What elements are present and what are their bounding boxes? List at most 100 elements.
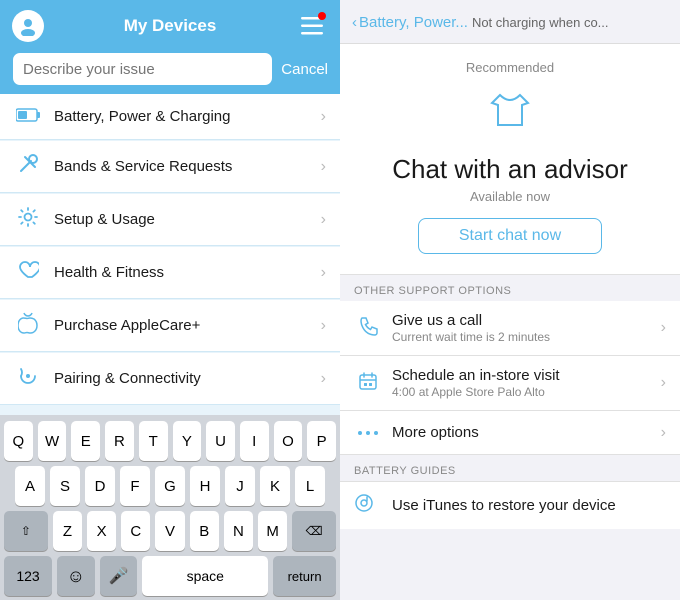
- chevron-icon: ›: [661, 319, 666, 337]
- key-t[interactable]: T: [139, 421, 168, 461]
- search-bar: Cancel: [0, 48, 340, 94]
- advisor-icon: [484, 87, 536, 144]
- key-p[interactable]: P: [307, 421, 336, 461]
- key-emoji[interactable]: ☺: [57, 556, 95, 596]
- menu-item-setup[interactable]: Setup & Usage ›: [0, 194, 340, 246]
- phone-icon: [354, 316, 382, 341]
- call-title: Give us a call: [392, 312, 661, 329]
- left-panel: My Devices Cancel Battery, Power: [0, 0, 340, 600]
- recommended-label: Recommended: [466, 60, 554, 75]
- key-z[interactable]: Z: [53, 511, 82, 551]
- chevron-icon: ›: [321, 317, 326, 335]
- key-u[interactable]: U: [206, 421, 235, 461]
- key-x[interactable]: X: [87, 511, 116, 551]
- key-j[interactable]: J: [225, 466, 255, 506]
- key-d[interactable]: D: [85, 466, 115, 506]
- chevron-icon: ›: [321, 370, 326, 388]
- back-chevron-icon: ‹: [352, 14, 357, 31]
- menu-item-setup-label: Setup & Usage: [54, 211, 321, 228]
- menu-item-health-label: Health & Fitness: [54, 264, 321, 281]
- heart-icon: [14, 259, 42, 286]
- key-n[interactable]: N: [224, 511, 253, 551]
- key-w[interactable]: W: [38, 421, 67, 461]
- key-shift[interactable]: ⇧: [4, 511, 48, 551]
- menu-item-health[interactable]: Health & Fitness ›: [0, 247, 340, 299]
- key-k[interactable]: K: [260, 466, 290, 506]
- itunes-icon: [354, 493, 382, 518]
- key-l[interactable]: L: [295, 466, 325, 506]
- menu-item-applecare-label: Purchase AppleCare+: [54, 317, 321, 334]
- support-item-store[interactable]: Schedule an in-store visit 4:00 at Apple…: [340, 356, 680, 411]
- available-label: Available now: [470, 189, 550, 204]
- key-a[interactable]: A: [15, 466, 45, 506]
- key-f[interactable]: F: [120, 466, 150, 506]
- chevron-icon: ›: [321, 211, 326, 229]
- menu-item-bands[interactable]: Bands & Service Requests ›: [0, 141, 340, 193]
- more-dots-icon: [354, 422, 382, 443]
- other-options-header: OTHER SUPPORT OPTIONS: [340, 275, 680, 301]
- store-text: Schedule an in-store visit 4:00 at Apple…: [392, 367, 661, 399]
- itunes-label: Use iTunes to restore your device: [392, 497, 616, 514]
- support-item-call[interactable]: Give us a call Current wait time is 2 mi…: [340, 301, 680, 356]
- key-return[interactable]: return: [273, 556, 336, 596]
- menu-item-applecare[interactable]: Purchase AppleCare+ ›: [0, 300, 340, 352]
- key-s[interactable]: S: [50, 466, 80, 506]
- menu-icon[interactable]: [296, 10, 328, 42]
- key-e[interactable]: E: [71, 421, 100, 461]
- menu-item-battery-label: Battery, Power & Charging: [54, 108, 321, 125]
- key-v[interactable]: V: [155, 511, 184, 551]
- right-header: ‹ Battery, Power... Not charging when co…: [340, 0, 680, 44]
- notification-badge: [318, 12, 326, 20]
- key-g[interactable]: G: [155, 466, 185, 506]
- key-space[interactable]: space: [142, 556, 268, 596]
- keyboard-row-3: ⇧ Z X C V B N M ⌫: [4, 511, 336, 551]
- wrench-icon: [14, 153, 42, 180]
- left-header-title: My Devices: [44, 16, 296, 36]
- back-label: Battery, Power...: [359, 14, 468, 31]
- key-m[interactable]: M: [258, 511, 287, 551]
- start-chat-button[interactable]: Start chat now: [418, 218, 602, 254]
- support-item-more[interactable]: More options ›: [340, 411, 680, 455]
- menu-list: Battery, Power & Charging › Bands & Serv…: [0, 94, 340, 415]
- call-text: Give us a call Current wait time is 2 mi…: [392, 312, 661, 344]
- right-panel: ‹ Battery, Power... Not charging when co…: [340, 0, 680, 600]
- keyboard-row-2: A S D F G H J K L: [4, 466, 336, 506]
- key-r[interactable]: R: [105, 421, 134, 461]
- right-header-title: Not charging when co...: [472, 15, 668, 30]
- key-q[interactable]: Q: [4, 421, 33, 461]
- key-mic[interactable]: 🎤: [100, 556, 138, 596]
- chevron-icon: ›: [321, 264, 326, 282]
- menu-item-bands-label: Bands & Service Requests: [54, 158, 321, 175]
- keyboard-row-bottom: 123 ☺ 🎤 space return: [4, 556, 336, 596]
- key-b[interactable]: B: [190, 511, 219, 551]
- chevron-icon: ›: [661, 424, 666, 442]
- avatar-icon[interactable]: [12, 10, 44, 42]
- store-subtitle: 4:00 at Apple Store Palo Alto: [392, 385, 661, 399]
- search-input[interactable]: [12, 52, 273, 86]
- connectivity-icon: [14, 365, 42, 392]
- chevron-icon: ›: [661, 374, 666, 392]
- menu-item-pairing-label: Pairing & Connectivity: [54, 370, 321, 387]
- apple-icon: [14, 312, 42, 339]
- keyboard: Q W E R T Y U I O P A S D F G H J K L ⇧ …: [0, 415, 340, 600]
- menu-item-pairing[interactable]: Pairing & Connectivity ›: [0, 353, 340, 405]
- key-c[interactable]: C: [121, 511, 150, 551]
- cancel-button[interactable]: Cancel: [281, 61, 328, 78]
- gear-icon: [14, 206, 42, 233]
- store-title: Schedule an in-store visit: [392, 367, 661, 384]
- recommended-section: Recommended Chat with an advisor Availab…: [340, 44, 680, 275]
- key-h[interactable]: H: [190, 466, 220, 506]
- battery-guide-item[interactable]: Use iTunes to restore your device: [340, 481, 680, 529]
- key-i[interactable]: I: [240, 421, 269, 461]
- chevron-icon: ›: [321, 158, 326, 176]
- keyboard-row-1: Q W E R T Y U I O P: [4, 421, 336, 461]
- key-o[interactable]: O: [274, 421, 303, 461]
- chat-title: Chat with an advisor: [392, 154, 628, 185]
- key-backspace[interactable]: ⌫: [292, 511, 336, 551]
- battery-icon: [14, 106, 42, 127]
- key-numbers[interactable]: 123: [4, 556, 52, 596]
- back-button[interactable]: ‹ Battery, Power...: [352, 14, 468, 31]
- chevron-icon: ›: [321, 108, 326, 126]
- menu-item-battery[interactable]: Battery, Power & Charging ›: [0, 94, 340, 140]
- key-y[interactable]: Y: [173, 421, 202, 461]
